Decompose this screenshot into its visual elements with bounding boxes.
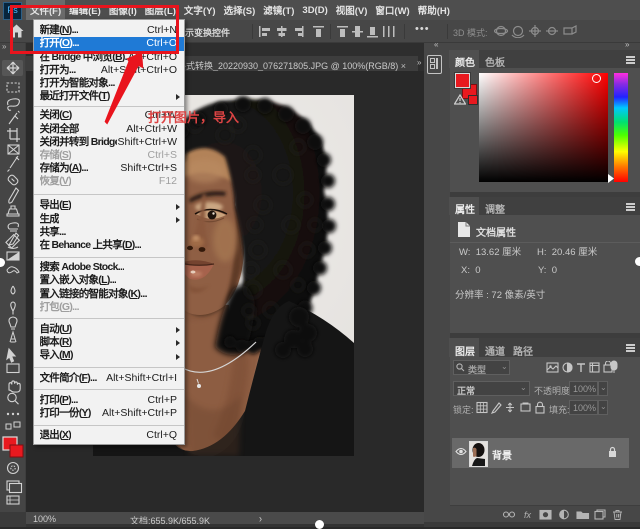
svg-text:fx: fx: [524, 510, 532, 520]
